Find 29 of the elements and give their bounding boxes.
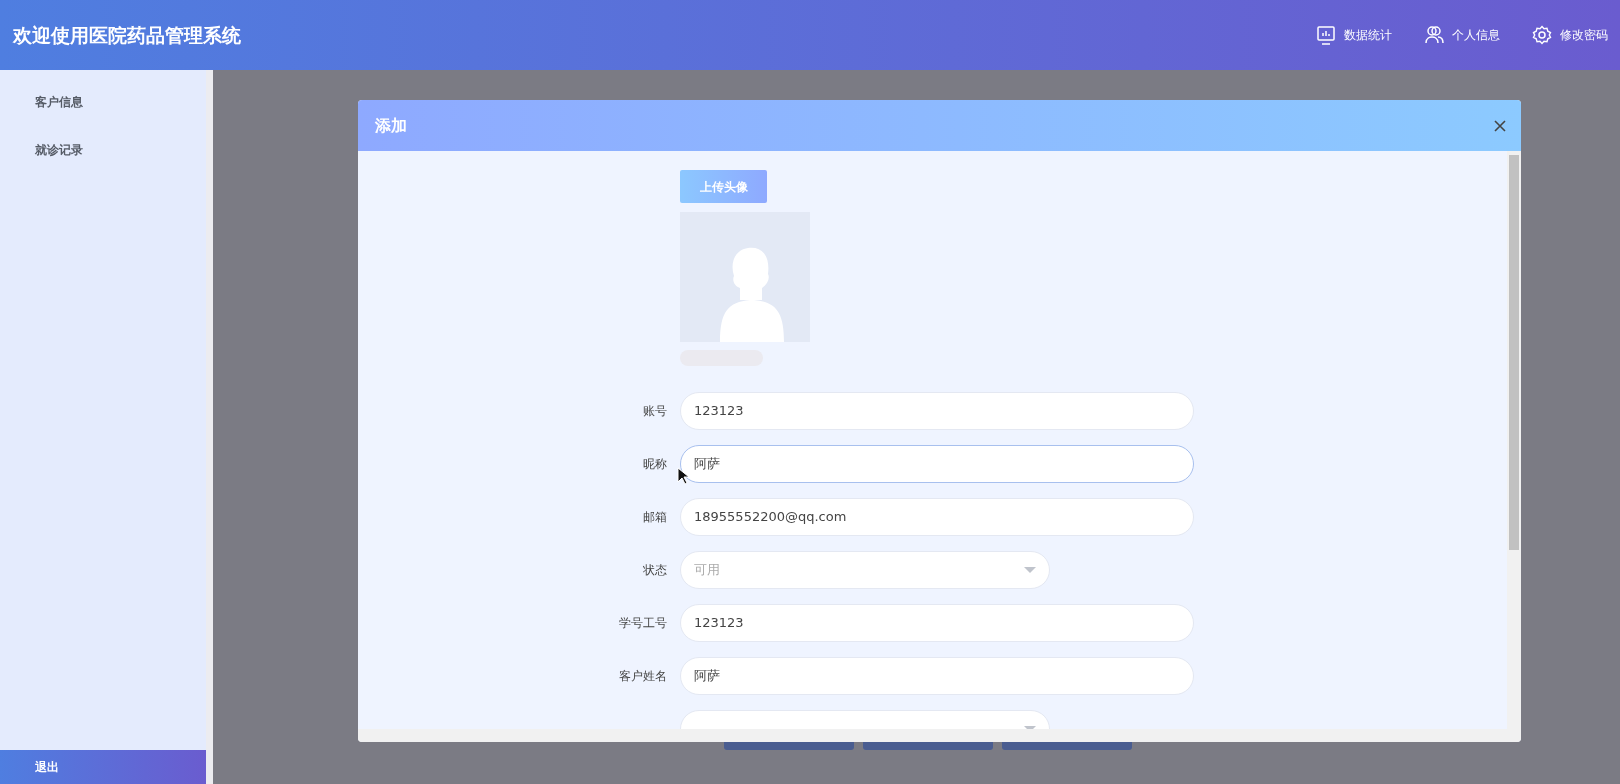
input-field[interactable]: 123123 [680, 392, 1194, 430]
sidebar-item[interactable]: 就诊记录 [0, 126, 206, 174]
header-link[interactable]: 个人信息 [1424, 25, 1500, 45]
input-field[interactable]: 18955552200@qq.com [680, 498, 1194, 536]
dialog-title: 添加 [375, 114, 407, 137]
app-title: 欢迎使用医院药品管理系统 [13, 22, 241, 48]
field-label: 昵称 [642, 456, 667, 473]
field-label: 账号 [642, 403, 667, 420]
settings-icon [1532, 25, 1552, 45]
field-label: 客户姓名 [618, 668, 667, 685]
header-link[interactable]: 数据统计 [1316, 25, 1392, 45]
header-link[interactable]: 修改密码 [1532, 25, 1608, 45]
sidebar-item[interactable]: 客户信息 [0, 78, 206, 126]
avatar-placeholder-icon [680, 212, 810, 342]
logout-button[interactable]: 退出 [0, 750, 206, 784]
cursor-icon [677, 467, 689, 485]
dropdown-caret-icon [1024, 567, 1036, 573]
input-field[interactable]: 阿萨 [680, 445, 1194, 483]
vertical-scrollbar[interactable] [1507, 151, 1521, 729]
users-icon [1424, 25, 1444, 45]
close-icon [1493, 118, 1507, 133]
input-field[interactable]: 123123 [680, 604, 1194, 642]
field-label: 邮箱 [642, 509, 667, 526]
horizontal-scrollbar[interactable] [358, 729, 1521, 742]
close-button[interactable] [1493, 118, 1507, 133]
chart-monitor-icon [1316, 25, 1336, 45]
field-label: 学号工号 [618, 615, 667, 632]
field-label: 状态 [642, 562, 667, 579]
input-field[interactable]: 阿萨 [680, 657, 1194, 695]
